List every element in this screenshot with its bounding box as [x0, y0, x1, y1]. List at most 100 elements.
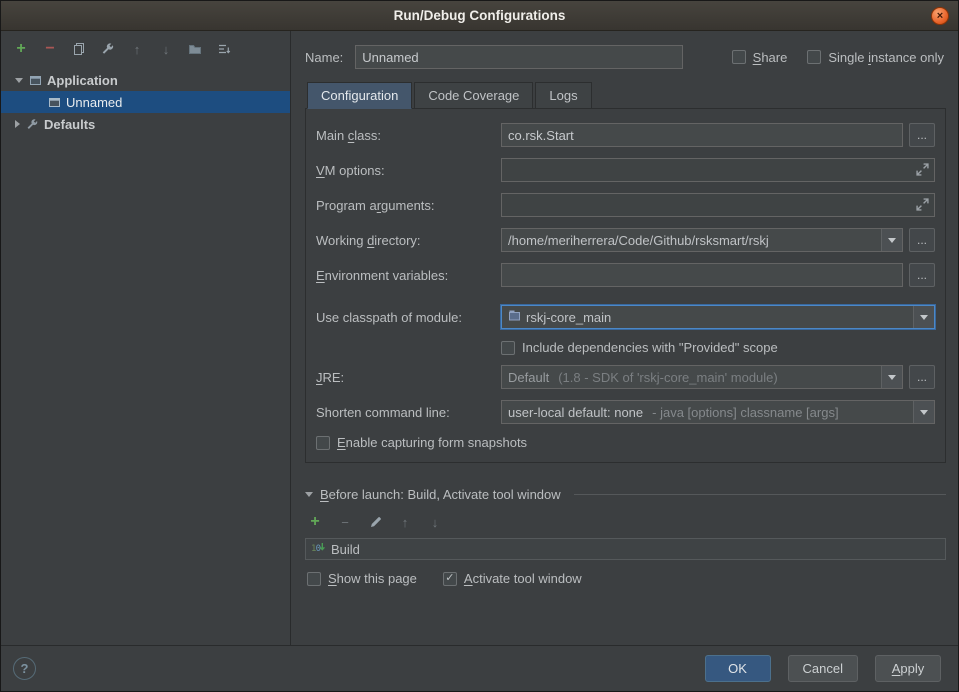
- dropdown-arrow-icon[interactable]: [881, 366, 902, 388]
- environment-variables-input[interactable]: [501, 263, 903, 287]
- ok-button[interactable]: OK: [705, 655, 771, 682]
- before-launch-toolbar: + − ↑ ↓: [305, 505, 946, 538]
- jre-hint: (1.8 - SDK of 'rskj-core_main' module): [558, 370, 778, 385]
- separator-line: [574, 494, 946, 495]
- help-icon: ?: [21, 661, 29, 676]
- tab-bar: Configuration Code Coverage Logs: [307, 82, 946, 109]
- sidebar-toolbar: + − ↑ ↓: [1, 39, 290, 67]
- move-task-down-icon[interactable]: ↓: [427, 514, 443, 530]
- remove-task-icon[interactable]: −: [337, 514, 353, 530]
- configuration-tab-panel: Main class: co.rsk.Start ... VM options:: [305, 108, 946, 463]
- main-class-input[interactable]: co.rsk.Start: [501, 123, 903, 147]
- configurations-tree: Application Unnamed Defaults: [1, 69, 290, 135]
- jre-row: JRE: Default (1.8 - SDK of 'rskj-core_ma…: [316, 365, 935, 389]
- new-folder-icon[interactable]: [187, 41, 203, 57]
- expand-field-icon[interactable]: [916, 198, 929, 214]
- expand-field-icon[interactable]: [916, 163, 929, 179]
- main-class-value: co.rsk.Start: [508, 128, 896, 143]
- before-launch-title: Before launch: Build, Activate tool wind…: [320, 487, 561, 502]
- before-launch-header[interactable]: Before launch: Build, Activate tool wind…: [305, 483, 946, 505]
- activate-tool-window-checkbox[interactable]: [443, 572, 457, 586]
- environment-variables-label: Environment variables:: [316, 268, 501, 283]
- working-directory-value: /home/meriherrera/Code/Github/rsksmart/r…: [508, 233, 769, 248]
- dropdown-arrow-icon[interactable]: [913, 401, 934, 423]
- program-arguments-label: Program arguments:: [316, 198, 501, 213]
- titlebar[interactable]: Run/Debug Configurations ×: [1, 1, 958, 31]
- move-up-icon[interactable]: ↑: [129, 41, 145, 57]
- dropdown-arrow-icon[interactable]: [881, 229, 902, 251]
- tab-code-coverage[interactable]: Code Coverage: [414, 82, 533, 109]
- close-button[interactable]: ×: [931, 7, 949, 25]
- use-classpath-combobox[interactable]: rskj-core_main: [501, 305, 935, 329]
- sort-configurations-icon[interactable]: [216, 41, 232, 57]
- include-dependencies-label: Include dependencies with "Provided" sco…: [522, 340, 786, 355]
- enable-capturing-row: Enable capturing form snapshots: [316, 435, 935, 450]
- tree-group-label: Defaults: [44, 117, 95, 132]
- main-class-label: Main class:: [316, 128, 501, 143]
- vm-options-label: VM options:: [316, 163, 501, 178]
- program-arguments-row: Program arguments:: [316, 193, 935, 217]
- share-checkbox[interactable]: [732, 50, 746, 64]
- module-icon: [508, 309, 521, 325]
- jre-value: Default: [508, 370, 549, 385]
- jre-browse-button[interactable]: ...: [909, 365, 935, 389]
- shorten-command-line-combobox[interactable]: user-local default: none - java [options…: [501, 400, 935, 424]
- before-launch-section: Before launch: Build, Activate tool wind…: [305, 483, 946, 597]
- cancel-button[interactable]: Cancel: [788, 655, 858, 682]
- working-directory-row: Working directory: /home/meriherrera/Cod…: [316, 228, 935, 252]
- collapsed-arrow-icon[interactable]: [15, 120, 20, 128]
- move-task-up-icon[interactable]: ↑: [397, 514, 413, 530]
- close-icon: ×: [937, 10, 943, 22]
- shorten-command-line-hint: - java [options] classname [args]: [652, 405, 838, 420]
- tree-item-label: Unnamed: [66, 95, 122, 110]
- tree-item-unnamed[interactable]: Unnamed: [1, 91, 290, 113]
- share-options: Share Single instance only: [732, 50, 944, 65]
- vm-options-input[interactable]: [501, 158, 935, 182]
- tab-configuration[interactable]: Configuration: [307, 82, 412, 109]
- edit-defaults-icon[interactable]: [100, 41, 116, 57]
- dropdown-arrow-icon[interactable]: [913, 306, 934, 328]
- before-launch-task-build[interactable]: 10 Build: [305, 538, 946, 560]
- single-instance-label: Single instance only: [828, 50, 944, 65]
- name-value: Unnamed: [362, 50, 676, 65]
- use-classpath-value: rskj-core_main: [526, 310, 611, 325]
- tree-group-application[interactable]: Application: [1, 69, 290, 91]
- before-launch-options: Show this page Activate tool window: [305, 560, 946, 597]
- working-directory-combobox[interactable]: /home/meriherrera/Code/Github/rsksmart/r…: [501, 228, 903, 252]
- add-task-icon[interactable]: +: [307, 514, 323, 530]
- window-title: Run/Debug Configurations: [394, 8, 566, 23]
- environment-variables-browse-button[interactable]: ...: [909, 263, 935, 287]
- use-classpath-row: Use classpath of module: rskj-core_main: [316, 305, 935, 329]
- show-this-page-checkbox[interactable]: [307, 572, 321, 586]
- collapse-section-icon[interactable]: [305, 492, 313, 497]
- program-arguments-input[interactable]: [501, 193, 935, 217]
- expanded-arrow-icon[interactable]: [15, 78, 23, 83]
- copy-configuration-icon[interactable]: [71, 41, 87, 57]
- main-class-browse-button[interactable]: ...: [909, 123, 935, 147]
- name-input[interactable]: Unnamed: [355, 45, 683, 69]
- edit-task-icon[interactable]: [367, 514, 383, 530]
- jre-combobox[interactable]: Default (1.8 - SDK of 'rskj-core_main' m…: [501, 365, 903, 389]
- tab-logs[interactable]: Logs: [535, 82, 591, 109]
- build-icon: 10: [311, 541, 325, 557]
- show-this-page-label: Show this page: [328, 571, 417, 586]
- single-instance-checkbox[interactable]: [807, 50, 821, 64]
- move-down-icon[interactable]: ↓: [158, 41, 174, 57]
- footer-buttons: OK Cancel Apply: [705, 655, 941, 682]
- use-classpath-label: Use classpath of module:: [316, 310, 501, 325]
- application-icon: [28, 73, 42, 87]
- add-configuration-icon[interactable]: +: [13, 41, 29, 57]
- svg-text:0: 0: [316, 544, 321, 554]
- shorten-command-line-row: Shorten command line: user-local default…: [316, 400, 935, 424]
- tree-group-defaults[interactable]: Defaults: [1, 113, 290, 135]
- apply-button[interactable]: Apply: [875, 655, 941, 682]
- include-dependencies-checkbox[interactable]: [501, 341, 515, 355]
- help-button[interactable]: ?: [13, 657, 36, 680]
- name-label: Name:: [305, 50, 343, 65]
- shorten-command-line-value: user-local default: none: [508, 405, 643, 420]
- remove-configuration-icon[interactable]: −: [42, 41, 58, 57]
- working-directory-browse-button[interactable]: ...: [909, 228, 935, 252]
- dialog-footer: ? OK Cancel Apply: [1, 645, 958, 691]
- enable-capturing-checkbox[interactable]: [316, 436, 330, 450]
- environment-variables-row: Environment variables: ...: [316, 263, 935, 287]
